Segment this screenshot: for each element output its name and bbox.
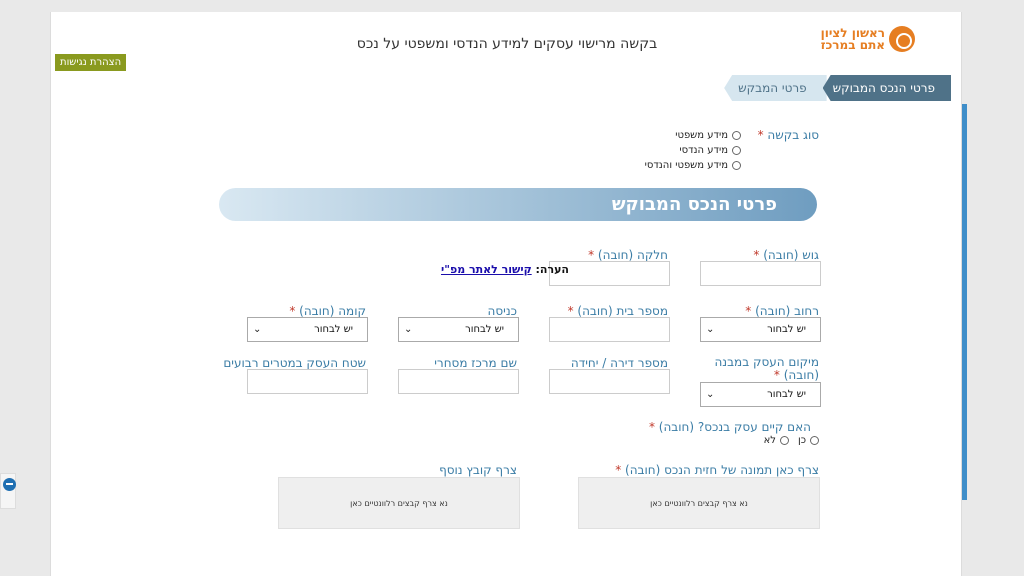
chevron-down-icon: ⌄ [706, 389, 715, 400]
accessibility-widget-icon [3, 478, 16, 491]
floor-label: קומה (חובה) * [289, 304, 366, 318]
wizard-tabs: פרטי הנכס המבוקש פרטי המבקש [724, 75, 951, 101]
radio-no[interactable]: לא [764, 435, 789, 446]
radio-button[interactable] [780, 436, 789, 445]
radio-button[interactable] [732, 146, 741, 155]
street-label: רחוב (חובה) * [745, 304, 819, 318]
scrollbar[interactable] [962, 104, 967, 500]
photo-upload-label: צרף כאן תמונה של חזית הנכס (חובה) * [615, 463, 819, 477]
tab-property-details[interactable]: פרטי הנכס המבוקש [822, 75, 951, 101]
request-type-label: סוג בקשה * [757, 128, 819, 142]
mall-name-label: שם מרכז מסחרי [434, 356, 517, 370]
radio-engineering-info[interactable]: מידע הנדסי [679, 145, 741, 156]
business-area-input[interactable] [247, 369, 368, 394]
extra-file-label: צרף קובץ נוסף [439, 463, 517, 477]
floor-select[interactable]: יש לבחור ⌄ [247, 317, 368, 342]
house-number-label: מספר בית (חובה) * [567, 304, 668, 318]
radio-yes[interactable]: כן [798, 435, 819, 446]
apartment-input[interactable] [549, 369, 670, 394]
accessibility-statement-button[interactable]: הצהרת נגישות [55, 54, 127, 71]
entrance-label: כניסה [487, 304, 517, 318]
helka-label: חלקה (חובה) * [588, 248, 668, 262]
chevron-down-icon: ⌄ [253, 324, 262, 335]
tab-requester-details[interactable]: פרטי המבקש [724, 75, 827, 101]
form-page: ראשון לציון אתם במרכז בקשה מרישוי עסקים … [50, 12, 962, 576]
accessibility-widget[interactable] [0, 473, 16, 509]
radio-legal-engineering-info[interactable]: מידע משפטי והנדסי [645, 160, 741, 171]
chevron-down-icon: ⌄ [706, 324, 715, 335]
radio-legal-info[interactable]: מידע משפטי [675, 130, 741, 141]
section-banner: פרטי הנכס המבוקש [219, 188, 817, 221]
business-location-label: מיקום העסק במבנה (חובה) * [714, 355, 819, 382]
mapi-link[interactable]: קישור לאתר מפ"י [441, 263, 532, 276]
radio-button[interactable] [732, 131, 741, 140]
radio-button[interactable] [810, 436, 819, 445]
business-area-label: שטח העסק במטרים רבועים [223, 356, 366, 370]
chevron-down-icon: ⌄ [404, 324, 413, 335]
house-number-input[interactable] [549, 317, 670, 342]
photo-dropzone[interactable]: נא צרף קבצים רלוונטיים כאן [578, 477, 820, 529]
business-location-select[interactable]: יש לבחור ⌄ [700, 382, 821, 407]
radio-button[interactable] [732, 161, 741, 170]
gush-input[interactable] [700, 261, 821, 286]
gush-label: גוש (חובה) * [753, 248, 819, 262]
note: הערה: קישור לאתר מפ"י [440, 263, 569, 276]
apartment-label: מספר דירה / יחידה [570, 356, 668, 370]
mall-name-input[interactable] [398, 369, 519, 394]
street-select[interactable]: יש לבחור ⌄ [700, 317, 821, 342]
page-title: בקשה מרישוי עסקים למידע הנדסי ומשפטי על … [356, 36, 658, 52]
business-exists-label: האם קיים עסק בנכס? (חובה) * [648, 420, 811, 434]
extra-file-dropzone[interactable]: נא צרף קבצים רלוונטיים כאן [278, 477, 520, 529]
entrance-select[interactable]: יש לבחור ⌄ [398, 317, 519, 342]
